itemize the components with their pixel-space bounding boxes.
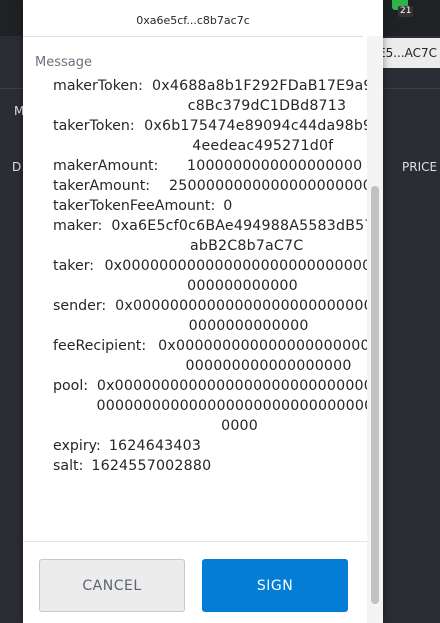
field-taker-token-fee-amount: takerTokenFeeAmount: 0 <box>53 196 383 216</box>
field-taker-amount: takerAmount: 2500000000000000000000 <box>53 176 383 196</box>
field-value: 0x00000000000000000000000000000000000000… <box>96 378 383 434</box>
field-key: makerAmount: <box>53 158 159 174</box>
field-value: 1000000000000000000 <box>187 158 363 174</box>
message-label: Message <box>35 55 92 70</box>
field-key: takerAmount: <box>53 178 151 194</box>
background-price-header: PRICE <box>402 160 438 174</box>
scrollbar-thumb[interactable] <box>371 186 379 604</box>
field-expiry: expiry: 1624643403 <box>53 436 383 456</box>
account-address: 0xa6e5cf...c8b7ac7c <box>136 14 250 27</box>
field-value: 1624643403 <box>108 438 202 454</box>
field-taker: taker: 0x0000000000000000000000000000000… <box>53 256 383 296</box>
footer-divider <box>23 541 367 542</box>
signature-request-popup: 0xa6e5cf...c8b7ac7c Message makerToken: … <box>23 0 383 623</box>
field-maker: maker: 0xa6E5cf0c6BAe494988A5583dB57FabB… <box>53 216 383 256</box>
field-value: 0 <box>223 198 233 214</box>
field-pool: pool: 0x00000000000000000000000000000000… <box>53 376 383 436</box>
field-sender: sender: 0x000000000000000000000000000000… <box>53 296 383 336</box>
field-key: expiry: <box>53 438 101 454</box>
field-key: taker: <box>53 258 95 274</box>
field-value: 0x6b175474e89094c44da98b954eedeac495271d… <box>144 118 382 154</box>
field-value: 0x4688a8b1F292FDaB17E9a90c8Bc379dC1DBd87… <box>152 78 382 114</box>
field-taker-token: takerToken: 0x6b175474e89094c44da98b954e… <box>53 116 383 156</box>
field-value: 0xa6E5cf0c6BAe494988A5583dB57FabB2C8b7aC… <box>111 218 382 254</box>
extension-badge: 21 <box>398 6 414 17</box>
field-key: salt: <box>53 458 84 474</box>
field-key: pool: <box>53 378 89 394</box>
field-key: maker: <box>53 218 103 234</box>
field-salt: salt: 1624557002880 <box>53 456 383 476</box>
header-divider <box>23 36 363 37</box>
field-key: sender: <box>53 298 107 314</box>
field-value: 1624557002880 <box>91 458 212 474</box>
field-key: makerToken: <box>53 78 143 94</box>
message-fields: makerToken: 0x4688a8b1F292FDaB17E9a90c8B… <box>53 76 383 476</box>
field-key: takerToken: <box>53 118 135 134</box>
field-key: feeRecipient: <box>53 338 147 354</box>
field-value: 0x00000000000000000000000000000000000000… <box>104 258 381 294</box>
field-value: 0x00000000000000000000000000000000000000… <box>115 298 383 334</box>
field-key: takerTokenFeeAmount: <box>53 198 216 214</box>
field-maker-token: makerToken: 0x4688a8b1F292FDaB17E9a90c8B… <box>53 76 383 116</box>
sign-button[interactable]: SIGN <box>202 559 348 612</box>
field-value: 2500000000000000000000 <box>169 178 373 194</box>
field-maker-amount: makerAmount: 1000000000000000000 <box>53 156 383 176</box>
background-column-text: D <box>12 160 22 174</box>
field-fee-recipient: feeRecipient: 0x000000000000000000000000… <box>53 336 383 376</box>
field-value: 0x00000000000000000000000000000000000000… <box>158 338 379 374</box>
cancel-button[interactable]: CANCEL <box>39 559 185 612</box>
